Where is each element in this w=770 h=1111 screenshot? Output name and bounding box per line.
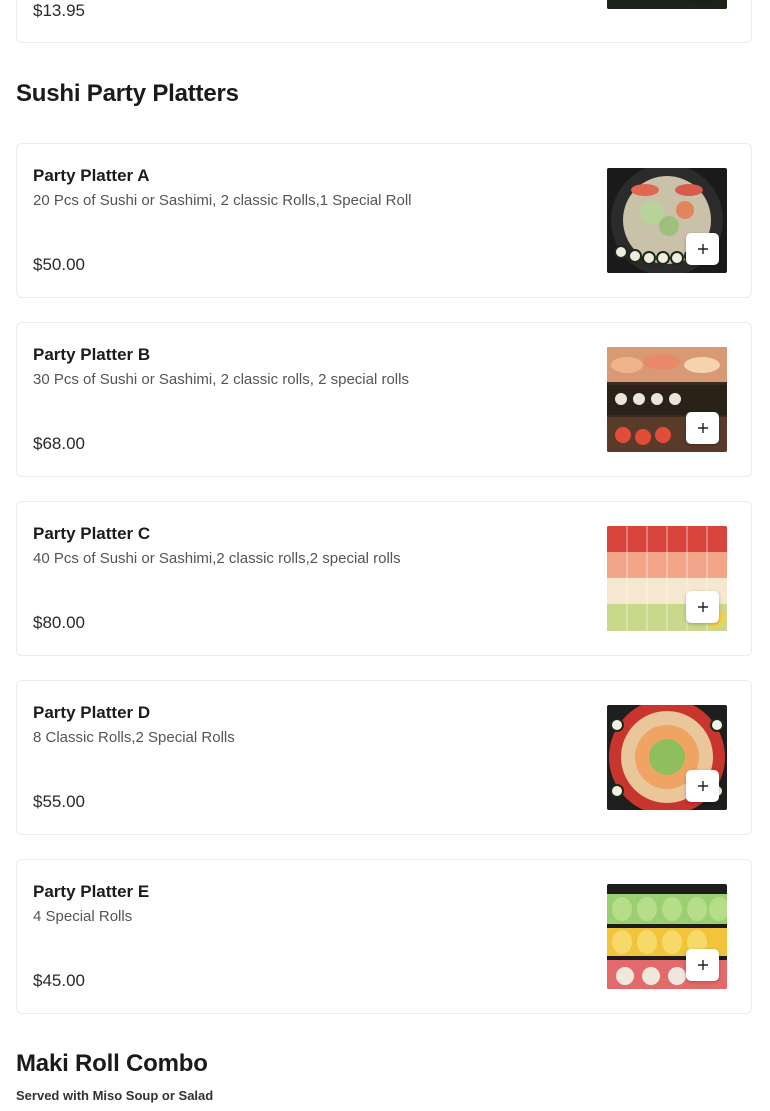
plus-icon bbox=[697, 423, 708, 433]
item-description: 30 Pcs of Sushi or Sashimi, 2 classic ro… bbox=[33, 371, 409, 388]
item-price: $55.00 bbox=[33, 792, 85, 811]
section-subtitle: Served with Miso Soup or Salad bbox=[16, 1088, 214, 1103]
item-description: 40 Pcs of Sushi or Sashimi,2 classic rol… bbox=[33, 550, 401, 567]
plus-icon bbox=[697, 781, 708, 791]
item-price: $13.95 bbox=[33, 1, 85, 20]
item-photo bbox=[607, 0, 727, 9]
menu-item-card[interactable]: Party Platter E 4 Special Rolls $45.00 bbox=[16, 859, 752, 1014]
add-to-cart-button[interactable] bbox=[686, 591, 719, 623]
item-name: Party Platter E bbox=[33, 882, 150, 901]
item-name: Party Platter A bbox=[33, 166, 150, 185]
plus-icon bbox=[697, 602, 708, 612]
item-name: Party Platter C bbox=[33, 524, 151, 543]
add-to-cart-button[interactable] bbox=[686, 770, 719, 802]
menu-item-card[interactable]: Party Platter B 30 Pcs of Sushi or Sashi… bbox=[16, 322, 752, 477]
section-title: Maki Roll Combo bbox=[16, 1050, 208, 1077]
plus-icon bbox=[697, 244, 708, 254]
item-price: $45.00 bbox=[33, 971, 85, 990]
add-to-cart-button[interactable] bbox=[686, 233, 719, 265]
item-description: 20 Pcs of Sushi or Sashimi, 2 classic Ro… bbox=[33, 192, 412, 209]
plus-icon bbox=[697, 960, 708, 970]
item-price: $68.00 bbox=[33, 434, 85, 453]
item-name: Party Platter B bbox=[33, 345, 151, 364]
menu-item-card[interactable]: $13.95 bbox=[16, 0, 752, 43]
item-description: 4 Special Rolls bbox=[33, 908, 133, 925]
menu-item-card[interactable]: Party Platter A 20 Pcs of Sushi or Sashi… bbox=[16, 143, 752, 298]
item-price: $50.00 bbox=[33, 255, 85, 274]
section-title: Sushi Party Platters bbox=[16, 80, 239, 107]
add-to-cart-button[interactable] bbox=[686, 412, 719, 444]
item-description: 8 Classic Rolls,2 Special Rolls bbox=[33, 729, 235, 746]
item-price: $80.00 bbox=[33, 613, 85, 632]
add-to-cart-button[interactable] bbox=[686, 949, 719, 981]
menu-item-card[interactable]: Party Platter D 8 Classic Rolls,2 Specia… bbox=[16, 680, 752, 835]
menu-item-card[interactable]: Party Platter C 40 Pcs of Sushi or Sashi… bbox=[16, 501, 752, 656]
item-name: Party Platter D bbox=[33, 703, 151, 722]
